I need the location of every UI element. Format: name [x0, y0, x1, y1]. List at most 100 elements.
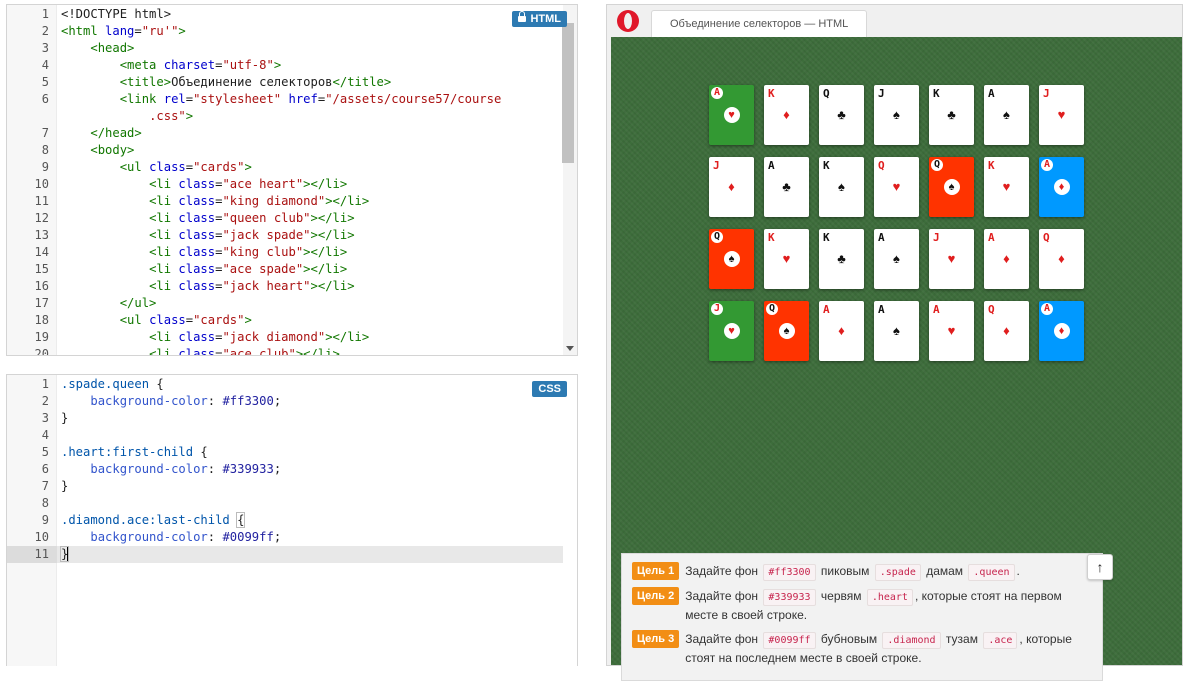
code-token: <meta	[119, 58, 164, 72]
line-number: 17	[34, 296, 49, 310]
code-line[interactable]: 14 <li class="king club"></li>	[7, 244, 563, 261]
code-token: #339933	[222, 462, 274, 476]
diamond-suit-icon: ♦	[1003, 323, 1010, 338]
code-line[interactable]: 12 <li class="queen club"></li>	[7, 210, 563, 227]
code-token: ;	[273, 394, 282, 408]
goal-text-part: Задайте фон	[685, 632, 762, 646]
code-token: }	[61, 411, 69, 425]
card-rank: A	[988, 231, 995, 244]
text-cursor	[67, 547, 69, 561]
html-editor[interactable]: HTML 1 <!DOCTYPE html> 2 <html lang="ru'"> 3…	[6, 4, 578, 356]
css-editor[interactable]: CSS 1 .spade.queen {2 background-color: #…	[6, 374, 578, 666]
line-number: 6	[41, 92, 49, 106]
code-line[interactable]: 4	[7, 427, 563, 444]
code-line[interactable]: 8 <body>	[7, 142, 563, 159]
code-line[interactable]: 8	[7, 495, 563, 512]
code-token: Объединение селекторов	[171, 75, 333, 89]
code-line[interactable]: 6 <link rel="stylesheet" href="/assets/c…	[7, 91, 563, 108]
line-number: 2	[41, 394, 49, 408]
line-number: 1	[41, 377, 49, 391]
card-rank: Q	[711, 231, 723, 243]
code-line[interactable]: 17 </ul>	[7, 295, 563, 312]
scroll-down-arrow-icon[interactable]	[566, 346, 574, 351]
code-line[interactable]: 6 background-color: #339933;	[7, 461, 563, 478]
code-line[interactable]: 20 <li class="ace club"></li>	[7, 346, 563, 356]
line-number: 18	[34, 313, 49, 327]
code-chip: .heart	[866, 589, 913, 606]
code-line[interactable]: 9 .diamond.ace:last-child {	[7, 512, 563, 529]
browser-tab[interactable]: Объединение селекторов — HTML	[651, 10, 867, 38]
spade-suit-icon: ♠	[893, 251, 900, 266]
code-token: "ace club"	[222, 347, 296, 356]
code-line[interactable]: 7}	[7, 478, 563, 495]
html-editor-scrollbar[interactable]	[562, 5, 577, 355]
code-line[interactable]: 13 <li class="jack spade"></li>	[7, 227, 563, 244]
code-token: <ul	[119, 313, 150, 327]
playing-card: A ♦	[984, 229, 1029, 289]
code-line[interactable]: 15 <li class="ace spade"></li>	[7, 261, 563, 278]
code-line[interactable]: .css">	[7, 108, 563, 125]
html-code-area[interactable]: 1 <!DOCTYPE html> 2 <html lang="ru'"> 3 <hea…	[7, 6, 563, 356]
code-token: .diamond.ace:last-child	[61, 513, 230, 527]
heart-suit-icon: ♥	[782, 251, 791, 266]
code-token: {	[193, 445, 208, 459]
card-rank: K	[768, 87, 775, 100]
line-number: 16	[34, 279, 49, 293]
card-row: Q ♠ K ♥ K ♣ A ♠ J ♥ A ♦ Q ♦	[709, 229, 1084, 289]
code-line[interactable]: 10 <li class="ace heart"></li>	[7, 176, 563, 193]
code-line[interactable]: 3 <head>	[7, 40, 563, 57]
card-row: J ♥ Q ♠ A ♦ A ♠ A ♥ Q ♦ A ♦	[709, 301, 1084, 361]
code-token: "cards"	[193, 313, 245, 327]
code-line[interactable]: 1 .spade.queen {	[7, 376, 563, 393]
code-line[interactable]: 2 <html lang="ru'">	[7, 23, 563, 40]
code-text: }	[59, 546, 70, 563]
code-line[interactable]: 18 <ul class="cards">	[7, 312, 563, 329]
playing-card: J ♠	[874, 85, 919, 145]
code-text: <li class="ace club"></li>	[61, 346, 340, 356]
code-line[interactable]: 5 .heart:first-child {	[7, 444, 563, 461]
preview-pane: Объединение селекторов — HTML A ♥ K ♦ Q ♣ J ♠ K ♣…	[606, 4, 1183, 681]
card-rank: A	[988, 87, 995, 100]
heart-suit-icon: ♥	[723, 323, 740, 339]
code-line[interactable]: 19 <li class="jack diamond"></li>	[7, 329, 563, 346]
code-token: .heart:first-child	[61, 445, 194, 459]
code-line[interactable]: 1 <!DOCTYPE html>	[7, 6, 563, 23]
code-line[interactable]: 9 <ul class="cards">	[7, 159, 563, 176]
code-token: #ff3300	[222, 394, 274, 408]
card-rank: Q	[1043, 231, 1050, 244]
html-badge: HTML	[512, 11, 567, 27]
line-number: 10	[34, 530, 49, 544]
code-line[interactable]: 11 <li class="king diamond"></li>	[7, 193, 563, 210]
code-token: ></li>	[303, 262, 348, 276]
code-token: <title>	[119, 75, 172, 89]
collapse-goals-button[interactable]: ↑	[1087, 554, 1113, 580]
code-line[interactable]: 16 <li class="jack heart"></li>	[7, 278, 563, 295]
card-rank: J	[713, 159, 720, 172]
spade-suit-icon: ♠	[778, 323, 795, 339]
code-token: background-color	[90, 462, 208, 476]
code-line[interactable]: 4 <meta charset="utf-8">	[7, 57, 563, 74]
line-number: 9	[41, 513, 49, 527]
css-code-area[interactable]: 1 .spade.queen {2 background-color: #ff33…	[7, 376, 563, 563]
scrollbar-thumb[interactable]	[562, 23, 574, 163]
club-suit-icon: ♣	[947, 107, 956, 122]
code-line[interactable]: 2 background-color: #ff3300;	[7, 393, 563, 410]
code-line[interactable]: 5 <title>Объединение селекторов</title>	[7, 74, 563, 91]
code-line[interactable]: 10 background-color: #0099ff;	[7, 529, 563, 546]
goal-text-part: Задайте фон	[685, 589, 762, 603]
card-row: J ♦ A ♣ K ♠ Q ♥ Q ♠ K ♥ A ♦	[709, 157, 1084, 217]
code-line[interactable]: 3}	[7, 410, 563, 427]
code-token: class	[178, 330, 216, 344]
code-line[interactable]: 11}	[7, 546, 563, 563]
code-chip: .ace	[983, 632, 1018, 649]
code-text: <li class="king club"></li>	[61, 244, 347, 261]
code-token: <link	[119, 92, 164, 106]
code-line[interactable]: 7 </head>	[7, 125, 563, 142]
